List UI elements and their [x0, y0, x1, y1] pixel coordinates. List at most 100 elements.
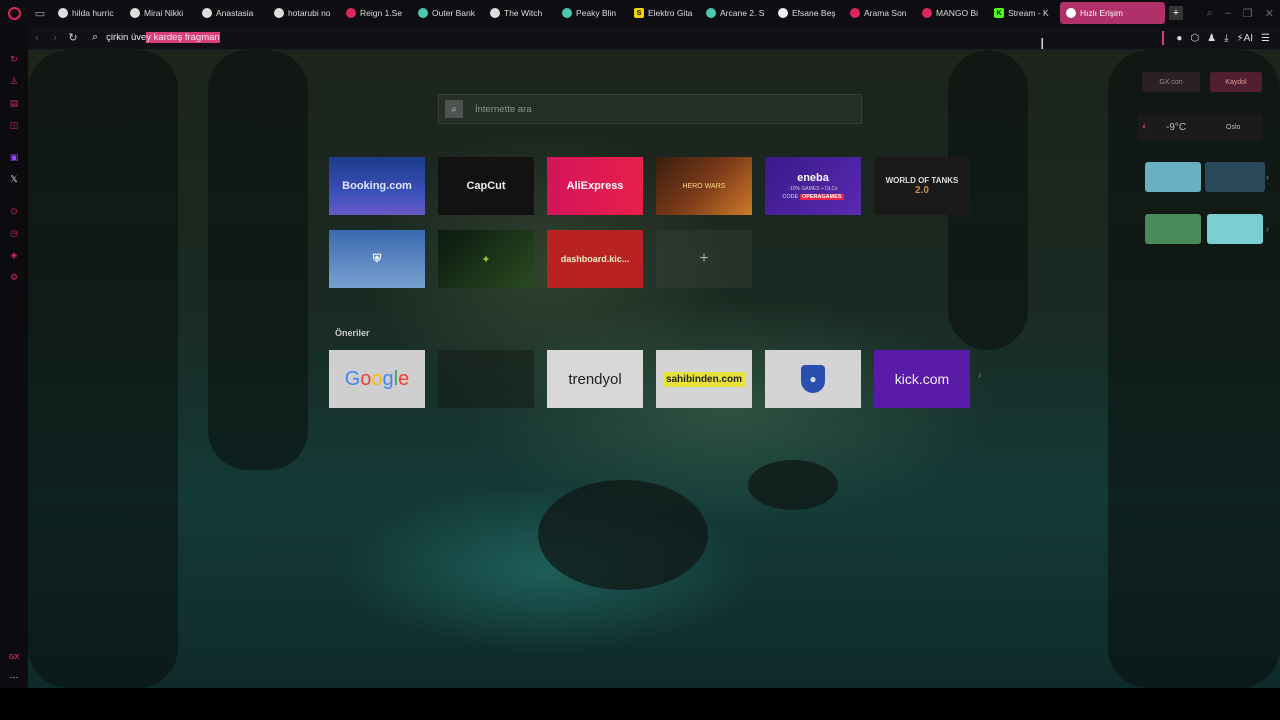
tab[interactable]: Arcane 2. S: [700, 2, 772, 24]
tile-label: eneba: [797, 172, 829, 184]
tab-favicon-icon: [490, 8, 500, 18]
back-button[interactable]: ‹: [28, 32, 46, 44]
speed-dial-aliexpress[interactable]: AliExpress: [547, 157, 643, 215]
tab[interactable]: Mirai Nikki: [124, 2, 196, 24]
twitch-icon[interactable]: ▣: [7, 150, 21, 164]
tab-label: Outer Bank: [432, 8, 475, 18]
messenger-icon[interactable]: ◫: [7, 118, 21, 132]
opera-menu-button[interactable]: [0, 0, 28, 26]
vpn-icon[interactable]: ●: [1176, 33, 1182, 44]
chevron-right-icon[interactable]: ›: [978, 370, 981, 381]
chevron-right-icon[interactable]: ›: [1266, 224, 1269, 234]
tab[interactable]: Hızlı Erişim: [1060, 2, 1165, 24]
easy-setup-icon[interactable]: ☰: [1261, 33, 1270, 44]
speed-dial-game[interactable]: HERO WARS: [656, 157, 752, 215]
tab-label: Hızlı Erişim: [1080, 8, 1123, 18]
tab[interactable]: K Stream - K: [988, 2, 1060, 24]
shield-user-icon: ●: [801, 365, 825, 393]
tile-label: kick.com: [894, 371, 950, 387]
forward-button[interactable]: ›: [46, 32, 64, 44]
tile-label: Google: [344, 367, 410, 390]
tab[interactable]: hotarubi no: [268, 2, 340, 24]
suggestion-trendyol[interactable]: trendyol: [547, 350, 643, 408]
suggestion-blank[interactable]: [438, 350, 534, 408]
chevron-right-icon[interactable]: ›: [1266, 172, 1269, 182]
extensions-puzzle-icon[interactable]: ⬡: [1190, 33, 1199, 44]
widget-thumbnail[interactable]: [1205, 162, 1265, 192]
x-twitter-icon[interactable]: 𝕏: [7, 172, 21, 186]
widget-thumbnail[interactable]: [1145, 162, 1201, 192]
suggestion-kick[interactable]: kick.com: [874, 350, 970, 408]
close-button[interactable]: ✕: [1265, 7, 1274, 20]
tab-label: Elektro Gita: [648, 8, 693, 18]
suggestion-security[interactable]: ●: [765, 350, 861, 408]
web-search-box[interactable]: ⌕ İnternette ara: [438, 94, 862, 124]
tab-workspace-icon[interactable]: ▭: [28, 0, 52, 26]
gx-control-icon[interactable]: ↻: [7, 52, 21, 66]
toolbar-divider: [1162, 31, 1165, 45]
gx-label: GX: [8, 653, 20, 661]
minimize-button[interactable]: –: [1225, 7, 1231, 19]
speed-dial-eneba[interactable]: eneba -10% GAMES + DLCs CODE OPERAGAMES: [765, 157, 861, 215]
tab-label: MANGO Bi: [936, 8, 979, 18]
signup-button[interactable]: Kaydol: [1210, 72, 1262, 92]
tab[interactable]: The Witch: [484, 2, 556, 24]
address-input[interactable]: çirkin üve y kardeş fragman: [106, 32, 220, 43]
new-tab-button[interactable]: +: [1169, 6, 1183, 20]
tab-favicon-icon: [706, 8, 716, 18]
tab-favicon-icon: [274, 8, 284, 18]
tab[interactable]: Anastasia: [196, 2, 268, 24]
maximize-button[interactable]: ❐: [1243, 7, 1253, 20]
tab[interactable]: hilda hurric: [52, 2, 124, 24]
speed-dial-world-of-tanks[interactable]: WORLD OF TANKS 2.0: [874, 157, 970, 215]
gx-corner-icon[interactable]: ♙: [7, 74, 21, 88]
tab-label: Peaky Blin: [576, 8, 617, 18]
tab[interactable]: Arama Son: [844, 2, 916, 24]
tab[interactable]: Efsane Beş: [772, 2, 844, 24]
speed-dial-capcut[interactable]: CapCut: [438, 157, 534, 215]
bg-rock: [748, 460, 838, 510]
weather-temperature: -9°C: [1166, 122, 1187, 133]
speed-dial-booking[interactable]: Booking.com: [329, 157, 425, 215]
history-icon[interactable]: ◷: [7, 226, 21, 240]
widget-thumbnail[interactable]: [1145, 214, 1201, 244]
search-icon: ⌕: [445, 100, 463, 118]
settings-gear-icon[interactable]: ⚙: [7, 270, 21, 284]
address-bar: ‹ › ↻ ⌕ çirkin üve y kardeş fragman ● ⬡ ♟…: [28, 26, 1280, 50]
address-selected-text: y kardeş fragman: [146, 32, 220, 43]
profile-icon[interactable]: ♟: [1207, 33, 1216, 44]
suggestion-google[interactable]: Google: [329, 350, 425, 408]
tile-label: AliExpress: [566, 180, 624, 192]
tab-label: Arama Son: [864, 8, 907, 18]
tab[interactable]: Peaky Blin: [556, 2, 628, 24]
news-icon[interactable]: ▤: [7, 96, 21, 110]
tab[interactable]: Outer Bank: [412, 2, 484, 24]
speed-dial-kick-dashboard[interactable]: dashboard.kic...: [547, 230, 643, 288]
sidebar: ↻ ♙ ▤ ◫ ▣ 𝕏 ⊙ ◷ ◈ ⚙ GX ···: [0, 26, 28, 688]
tab[interactable]: Reign 1.Se: [340, 2, 412, 24]
tab-label: Efsane Beş: [792, 8, 836, 18]
speed-dial-world-of-warships[interactable]: ⛨: [329, 230, 425, 288]
ai-button[interactable]: ⚡AI: [1237, 33, 1253, 44]
search-placeholder: İnternette ara: [475, 103, 532, 115]
speed-dial-add-button[interactable]: +: [656, 230, 752, 288]
tab-label: Mirai Nikki: [144, 8, 184, 18]
tab[interactable]: MANGO Bi: [916, 2, 988, 24]
speed-dial-game2[interactable]: ✦: [438, 230, 534, 288]
more-icon[interactable]: ···: [7, 670, 21, 684]
suggestion-sahibinden[interactable]: sahibinden.com: [656, 350, 752, 408]
widget-thumbnail[interactable]: [1207, 214, 1263, 244]
tile-label: CapCut: [466, 180, 506, 192]
toolbar-right: ● ⬡ ♟ ⤓ ⚡AI ☰: [1162, 26, 1270, 50]
bg-tree: [28, 50, 178, 688]
search-tabs-icon[interactable]: ⌕: [1207, 7, 1213, 20]
tab-label: hilda hurric: [72, 8, 114, 18]
tab-favicon-icon: [562, 8, 572, 18]
reload-button[interactable]: ↻: [64, 31, 82, 44]
download-icon[interactable]: ⤓: [1224, 33, 1228, 44]
tab-favicon-icon: [58, 8, 68, 18]
extensions-icon[interactable]: ◈: [7, 248, 21, 262]
player-icon[interactable]: ⊙: [7, 204, 21, 218]
gx-pill[interactable]: GX.con: [1142, 72, 1200, 92]
tab[interactable]: S Elektro Gita: [628, 2, 700, 24]
